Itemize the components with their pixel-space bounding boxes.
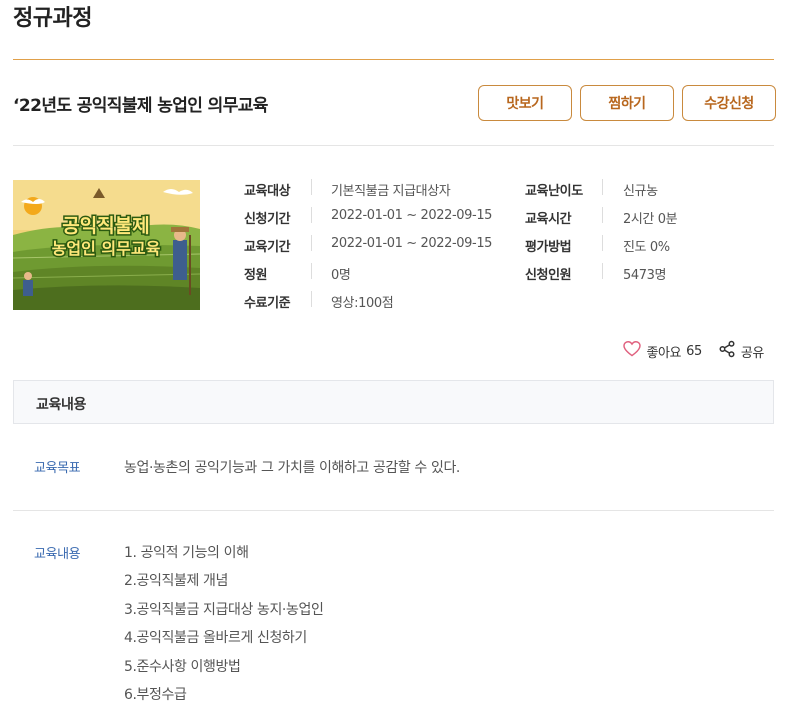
- info-row: 수료기준 영상:100점: [244, 288, 764, 316]
- share-label: 공유: [740, 345, 765, 361]
- like-button[interactable]: 좋아요 65: [623, 340, 702, 361]
- content-list: 1. 공익적 기능의 이해 2.공익직불제 개념 3.공익직불금 지급대상 농지…: [124, 542, 324, 712]
- wishlist-button[interactable]: 찜하기: [580, 85, 674, 121]
- info-separator: [311, 291, 312, 307]
- info-label-duration: 교육시간: [525, 212, 572, 227]
- info-separator: [602, 207, 603, 223]
- thumbnail-title-line2: 농업인 의무교육: [52, 239, 161, 258]
- info-separator: [602, 235, 603, 251]
- info-row: 정원 0명 신청인원 5473명: [244, 260, 764, 288]
- enroll-button[interactable]: 수강신청: [682, 85, 776, 121]
- thumbnail-image: 공익직불제 농업인 의무교육: [13, 180, 200, 310]
- info-separator: [602, 179, 603, 195]
- thumbnail-title-line1: 공익직불제: [62, 215, 149, 237]
- info-separator: [311, 179, 312, 195]
- social-actions: 좋아요 65 공유: [623, 340, 764, 362]
- course-thumbnail: 공익직불제 농업인 의무교육: [13, 180, 200, 310]
- preview-button[interactable]: 맛보기: [478, 85, 572, 121]
- course-title: ‘22년도 공익직불제 농업인 의무교육: [13, 96, 268, 116]
- title-divider: [13, 59, 774, 60]
- list-item: 1. 공익적 기능의 이해: [124, 545, 249, 561]
- info-label-eval: 평가방법: [525, 240, 572, 255]
- section-divider: [13, 510, 774, 511]
- share-button[interactable]: 공유: [718, 340, 764, 362]
- info-value-completion: 영상:100점: [331, 296, 394, 311]
- list-item: 2.공익직불제 개념: [124, 573, 228, 590]
- info-value-target: 기본직불금 지급대상자: [331, 184, 451, 199]
- info-value-edu-period: 2022-01-01 ~ 2022-09-15: [331, 236, 493, 251]
- info-label-difficulty: 교육난이도: [525, 184, 583, 199]
- list-item: 5.준수사항 이행방법: [124, 658, 241, 675]
- info-separator: [311, 263, 312, 279]
- content-label: 교육내용: [34, 547, 81, 562]
- list-item: 4.공익직불금 올바르게 신청하기: [124, 630, 307, 647]
- course-info-table: 교육대상 기본직불금 지급대상자 교육난이도 신규농 신청기간 2022-01-…: [244, 176, 764, 316]
- like-count: 65: [686, 343, 702, 359]
- info-label-edu-period: 교육기간: [244, 240, 291, 255]
- info-separator: [311, 235, 312, 251]
- info-separator: [602, 263, 603, 279]
- info-value-apply-period: 2022-01-01 ~ 2022-09-15: [331, 208, 493, 223]
- heart-icon: [623, 340, 642, 361]
- list-item: 6.부정수급: [124, 686, 187, 703]
- info-label-capacity: 정원: [244, 268, 268, 283]
- like-label: 좋아요: [646, 345, 682, 361]
- info-label-apply-period: 신청기간: [244, 212, 291, 227]
- info-label-target: 교육대상: [244, 184, 291, 199]
- info-row: 교육대상 기본직불금 지급대상자 교육난이도 신규농: [244, 176, 764, 204]
- share-icon: [718, 340, 736, 362]
- goal-label: 교육목표: [34, 461, 81, 476]
- info-label-completion: 수료기준: [244, 296, 291, 311]
- page-title: 정규과정: [13, 6, 92, 31]
- info-value-duration: 2시간 0분: [623, 212, 678, 227]
- info-value-applicants: 5473명: [623, 268, 667, 283]
- section-header: 교육내용: [13, 380, 774, 424]
- list-item: 3.공익직불금 지급대상 농지·농업인: [124, 601, 324, 618]
- header-divider: [13, 145, 774, 146]
- info-separator: [311, 207, 312, 223]
- info-row: 교육기간 2022-01-01 ~ 2022-09-15 평가방법 진도 0%: [244, 232, 764, 260]
- info-label-applicants: 신청인원: [525, 268, 572, 283]
- info-value-eval: 진도 0%: [623, 240, 670, 255]
- info-value-difficulty: 신규농: [623, 184, 658, 199]
- goal-text: 농업·농촌의 공익기능과 그 가치를 이해하고 공감할 수 있다.: [124, 460, 460, 476]
- course-action-buttons: 맛보기 찜하기 수강신청: [478, 85, 776, 121]
- info-row: 신청기간 2022-01-01 ~ 2022-09-15 교육시간 2시간 0분: [244, 204, 764, 232]
- info-value-capacity: 0명: [331, 268, 351, 283]
- section-title: 교육내용: [36, 397, 86, 413]
